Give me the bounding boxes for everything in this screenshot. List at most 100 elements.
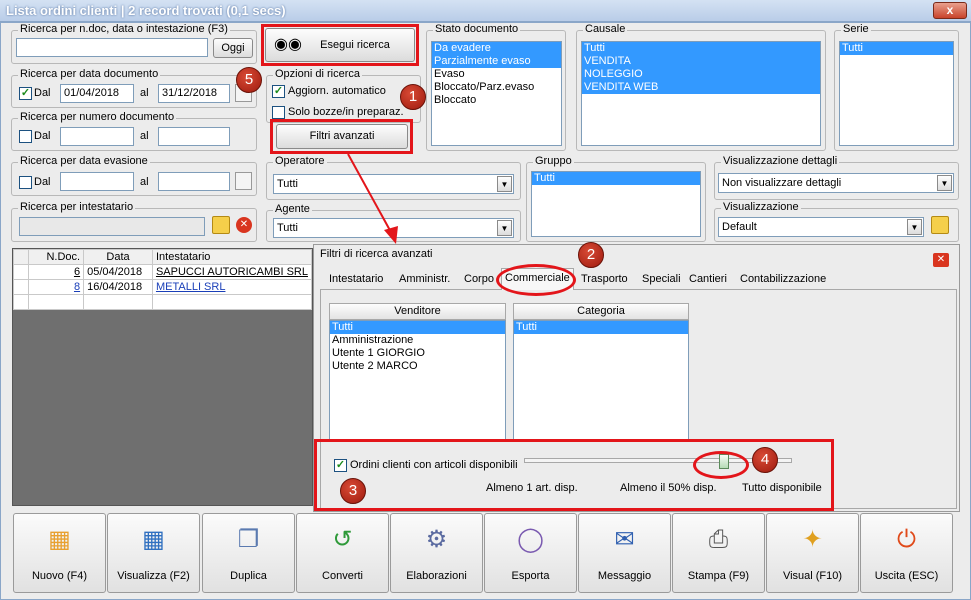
toolbar-button-label: Uscita (ESC) xyxy=(874,570,939,582)
toolbar-button-label: Nuovo (F4) xyxy=(31,570,88,582)
venditore-header: Venditore xyxy=(329,303,506,320)
row-name[interactable]: SAPUCCI AUTORICAMBI SRL xyxy=(151,264,313,280)
row-indicator xyxy=(13,279,29,295)
toolbar-button[interactable]: ❐ Duplica xyxy=(202,513,295,593)
vis-dett-value: Non visualizzare dettagli xyxy=(722,177,842,189)
causale-label: Causale xyxy=(583,23,628,35)
grid-header[interactable]: N.Doc. xyxy=(27,249,85,265)
list-item[interactable]: Parzialmente evaso xyxy=(432,55,561,68)
chevron-down-icon[interactable]: ▼ xyxy=(497,220,512,236)
calendar-ev-icon[interactable] xyxy=(235,172,252,190)
drafts-checkbox[interactable] xyxy=(272,106,285,119)
stato-list[interactable]: Da evadere Parzialmente evaso Evaso Bloc… xyxy=(431,41,562,146)
list-item[interactable]: Tutti xyxy=(840,42,953,55)
search-ndoc-label: Ricerca per n.doc, data o intestazione (… xyxy=(18,23,230,35)
list-item[interactable]: VENDITA WEB xyxy=(582,81,820,94)
tab-trasporto[interactable]: Trasporto xyxy=(578,270,631,289)
folder-icon[interactable] xyxy=(931,216,949,234)
tab-speciali[interactable]: Speciali xyxy=(639,270,684,289)
row-indicator xyxy=(13,264,29,280)
date-doc-to[interactable]: 31/12/2018 xyxy=(158,84,230,103)
grid-header[interactable]: Data xyxy=(83,249,153,265)
venditore-list[interactable]: Tutti Amministrazione Utente 1 GIORGIO U… xyxy=(329,320,506,440)
vis-label: Visualizzazione xyxy=(721,201,801,213)
list-item[interactable]: Da evadere xyxy=(432,42,561,55)
badge-3: 3 xyxy=(340,478,366,504)
search-ndoc-input[interactable] xyxy=(16,38,208,57)
toolbar-button-label: Visual (F10) xyxy=(782,570,843,582)
toolbar-button[interactable]: ◯ Esporta xyxy=(484,513,577,593)
window-title: Lista ordini clienti | 2 record trovati … xyxy=(6,3,286,18)
chevron-down-icon[interactable]: ▼ xyxy=(907,219,922,235)
list-item[interactable]: Bloccato/Parz.evaso xyxy=(432,81,561,94)
auto-checkbox[interactable]: ✓ xyxy=(272,85,285,98)
table-row[interactable]: 8 16/04/2018 METALLI SRL xyxy=(13,279,313,295)
list-item[interactable]: Bloccato xyxy=(432,94,561,107)
list-item[interactable]: Utente 2 MARCO xyxy=(330,360,505,373)
grid-header[interactable] xyxy=(13,249,29,265)
num-doc-to[interactable] xyxy=(158,127,230,146)
list-item[interactable]: Tutti xyxy=(330,321,505,334)
table-row[interactable]: 6 05/04/2018 SAPUCCI AUTORICAMBI SRL xyxy=(13,264,313,280)
tab-cantieri[interactable]: Cantieri xyxy=(686,270,730,289)
date-doc-checkbox[interactable]: ✓ xyxy=(19,87,32,100)
gruppo-list[interactable]: Tutti xyxy=(531,171,701,237)
vis-dett-select[interactable]: Non visualizzare dettagli ▼ xyxy=(718,173,954,193)
close-button[interactable]: x xyxy=(933,2,967,19)
date-ev-label: Ricerca per data evasione xyxy=(18,155,150,167)
stato-label: Stato documento xyxy=(433,23,521,35)
list-item[interactable]: Tutti xyxy=(514,321,688,334)
toolbar-button[interactable]: ↺ Converti xyxy=(296,513,389,593)
num-doc-label: Ricerca per numero documento xyxy=(18,111,177,123)
date-ev-to[interactable] xyxy=(158,172,230,191)
row-ndoc[interactable]: 8 xyxy=(27,279,85,295)
duplicate-icon: ❐ xyxy=(237,526,260,553)
clear-icon[interactable]: ✕ xyxy=(236,217,252,233)
row-name[interactable]: METALLI SRL xyxy=(151,279,313,295)
toolbar-button[interactable]: ⏻ Uscita (ESC) xyxy=(860,513,953,593)
printer-icon: ⎙ xyxy=(708,526,729,553)
convert-icon: ↺ xyxy=(332,526,353,553)
toolbar-button[interactable]: ✦ Visual (F10) xyxy=(766,513,859,593)
toolbar-button[interactable]: ▦ Nuovo (F4) xyxy=(13,513,106,593)
list-item[interactable]: Amministrazione xyxy=(330,334,505,347)
close-icon[interactable]: ✕ xyxy=(933,253,949,267)
auto-label: Aggiorn. automatico xyxy=(288,85,386,97)
toolbar-button[interactable]: ✉ Messaggio xyxy=(578,513,671,593)
list-item[interactable]: Utente 1 GIORGIO xyxy=(330,347,505,360)
toolbar-button[interactable]: ▦ Visualizza (F2) xyxy=(107,513,200,593)
date-ev-dal: Dal xyxy=(34,176,51,188)
date-ev-checkbox[interactable] xyxy=(19,176,32,189)
list-item[interactable]: VENDITA xyxy=(582,55,820,68)
tab-corpo[interactable]: Corpo xyxy=(461,270,497,289)
today-button[interactable]: Oggi xyxy=(213,38,253,58)
chevron-down-icon[interactable]: ▼ xyxy=(497,176,512,192)
categoria-list[interactable]: Tutti xyxy=(513,320,689,440)
serie-list[interactable]: Tutti xyxy=(839,41,954,146)
row-ndoc[interactable]: 6 xyxy=(27,264,85,280)
date-doc-from[interactable]: 01/04/2018 xyxy=(60,84,134,103)
tab-amministr[interactable]: Amministr. xyxy=(396,270,454,289)
list-item[interactable]: Tutti xyxy=(582,42,820,55)
toolbar-button[interactable]: ⎙ Stampa (F9) xyxy=(672,513,765,593)
chevron-down-icon[interactable]: ▼ xyxy=(937,175,952,191)
num-doc-checkbox[interactable] xyxy=(19,130,32,143)
grid-header[interactable]: Intestatario xyxy=(151,249,313,265)
row-date: 16/04/2018 xyxy=(83,279,153,295)
causale-list[interactable]: Tutti VENDITA NOLEGGIO VENDITA WEB xyxy=(581,41,821,146)
list-item[interactable]: Tutti xyxy=(532,172,700,185)
date-ev-from[interactable] xyxy=(60,172,134,191)
badge-4: 4 xyxy=(752,447,778,473)
vis-select[interactable]: Default ▼ xyxy=(718,217,924,237)
tab-contabilizzazione[interactable]: Contabilizzazione xyxy=(737,270,830,289)
list-item[interactable]: Evaso xyxy=(432,68,561,81)
operatore-label: Operatore xyxy=(273,155,327,167)
list-item[interactable]: NOLEGGIO xyxy=(582,68,820,81)
intest-input[interactable] xyxy=(19,217,205,236)
tab-intestatario[interactable]: Intestatario xyxy=(326,270,387,289)
folder-icon[interactable] xyxy=(212,216,230,234)
toolbar-button[interactable]: ⚙ Elaborazioni xyxy=(390,513,483,593)
num-doc-from[interactable] xyxy=(60,127,134,146)
highlight-search xyxy=(261,24,419,66)
toolbar-button-label: Duplica xyxy=(230,570,267,582)
